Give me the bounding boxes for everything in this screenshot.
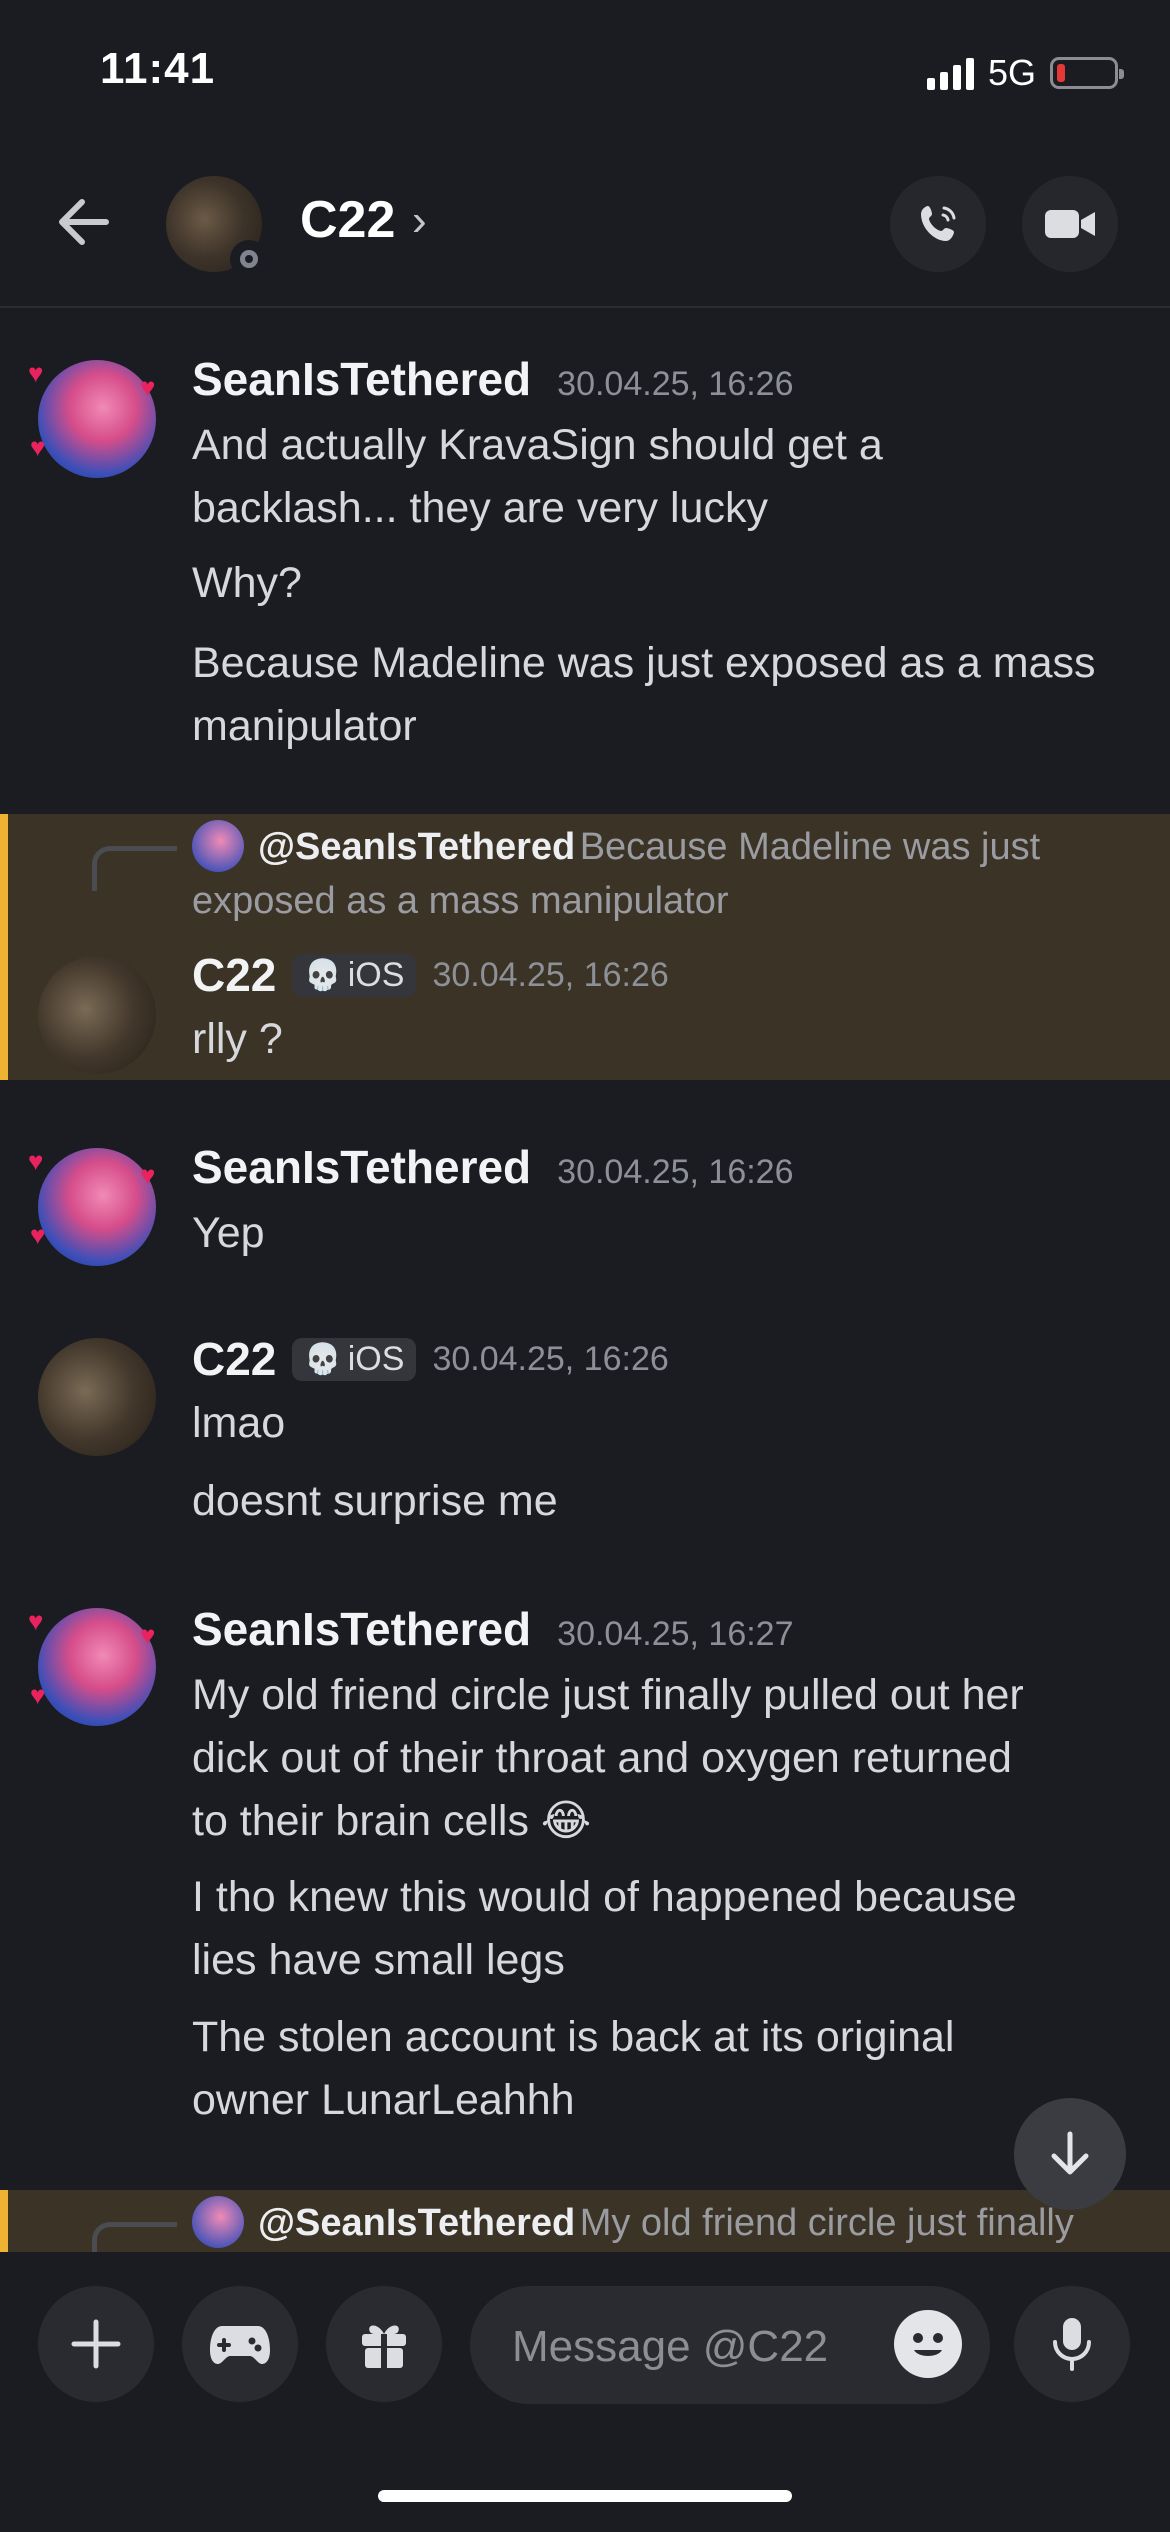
heart-decoration-icon: ♥ — [140, 372, 156, 402]
voice-call-button[interactable] — [890, 176, 986, 272]
author-avatar[interactable] — [38, 1338, 156, 1456]
battery-icon — [1050, 57, 1124, 89]
message-input-placeholder: Message @C22 — [512, 2322, 829, 2371]
author-name[interactable]: C22 — [192, 948, 276, 1002]
message-text: Because Madeline was just exposed as a m… — [192, 639, 1096, 687]
gift-icon — [362, 2325, 406, 2368]
timestamp: 30.04.25, 16:26 — [432, 1339, 669, 1378]
reply-text: My old friend circle just finally — [579, 2202, 1074, 2244]
add-attachment-button[interactable] — [38, 2286, 154, 2402]
message-text: dick out of their throat and oxygen retu… — [192, 1734, 1012, 1782]
message-header: SeanIsTethered 30.04.25, 16:27 — [192, 1602, 794, 1656]
heart-decoration-icon: ♥ — [28, 358, 44, 388]
message-text: Why? — [192, 559, 302, 607]
timestamp: 30.04.25, 16:26 — [557, 1153, 794, 1191]
author-name[interactable]: SeanIsTethered — [192, 1140, 531, 1194]
chevron-right-icon[interactable]: › — [412, 196, 427, 246]
microphone-icon — [1053, 2318, 1091, 2371]
reply-avatar — [192, 820, 244, 872]
arrow-down-icon — [1051, 2131, 1089, 2175]
author-avatar[interactable] — [38, 956, 156, 1074]
heart-decoration-icon: ♥ — [28, 1146, 44, 1176]
timestamp: 30.04.25, 16:27 — [557, 1615, 794, 1653]
reply-connector — [92, 846, 177, 891]
message-text: I tho knew this would of happened becaus… — [192, 1873, 1017, 1921]
message-text: lmao — [192, 1399, 286, 1447]
activities-button[interactable] — [182, 2286, 298, 2402]
skull-icon: 💀 — [304, 1342, 342, 1376]
reply-preview[interactable]: @SeanIsTethered Because Madeline was jus… — [258, 826, 1040, 869]
reply-text: exposed as a mass manipulator — [192, 880, 729, 922]
message-text: My old friend circle just finally pulled… — [192, 1671, 1024, 1719]
jump-to-bottom-button[interactable] — [1014, 2098, 1126, 2210]
back-arrow-icon[interactable] — [52, 190, 116, 254]
emoji-picker-button[interactable] — [894, 2310, 962, 2378]
reply-text: Because Madeline was just — [579, 826, 1041, 868]
message-text: manipulator — [192, 702, 417, 750]
signal-icon — [926, 56, 974, 90]
message-text: backlash... they are very lucky — [192, 484, 768, 532]
message-text: The stolen account is back at its origin… — [192, 2013, 955, 2061]
message-text: owner LunarLeahhh — [192, 2076, 575, 2124]
mention-highlight-bar — [0, 814, 8, 1080]
message-header: C22 💀 iOS 30.04.25, 16:26 — [192, 1332, 669, 1386]
author-avatar[interactable] — [38, 360, 156, 478]
voice-message-button[interactable] — [1014, 2286, 1130, 2402]
badge-label: iOS — [347, 955, 405, 994]
gamepad-icon — [210, 2326, 270, 2364]
reply-author: @SeanIsTethered — [258, 2202, 576, 2244]
phone-icon — [921, 206, 956, 241]
reply-author: @SeanIsTethered — [258, 826, 576, 868]
message-text: rlly ? — [192, 1015, 283, 1063]
message-text: And actually KravaSign should get a — [192, 421, 883, 469]
skull-icon: 💀 — [304, 958, 342, 992]
mention-highlight-bar — [0, 2190, 8, 2252]
message-header: C22 💀 iOS 30.04.25, 16:26 — [192, 948, 669, 1002]
heart-decoration-icon: ♥ — [140, 1620, 156, 1650]
author-name[interactable]: SeanIsTethered — [192, 352, 531, 406]
heart-decoration-icon: ♥ — [30, 432, 46, 462]
message-text: doesnt surprise me — [192, 1477, 558, 1525]
heart-decoration-icon: ♥ — [28, 1606, 44, 1636]
header-title[interactable]: C22 — [300, 190, 395, 250]
message-header: SeanIsTethered 30.04.25, 16:26 — [192, 1140, 794, 1194]
reply-avatar — [192, 2196, 244, 2248]
timestamp: 30.04.25, 16:26 — [557, 365, 794, 403]
home-indicator[interactable] — [378, 2490, 792, 2502]
message-text: lies have small legs — [192, 1936, 565, 1984]
plus-icon — [71, 2319, 121, 2369]
heart-decoration-icon: ♥ — [140, 1160, 156, 1190]
status-indicators: 5G — [926, 52, 1124, 94]
message-text: Yep — [192, 1209, 265, 1257]
ios-badge: 💀 iOS — [292, 953, 417, 997]
reply-preview[interactable]: @SeanIsTethered My old friend circle jus… — [258, 2202, 1138, 2245]
message-text: to their brain cells 😂 — [192, 1797, 592, 1845]
message-header: SeanIsTethered 30.04.25, 16:26 — [192, 352, 794, 406]
author-name[interactable]: SeanIsTethered — [192, 1602, 531, 1656]
heart-decoration-icon: ♥ — [30, 1220, 46, 1250]
heart-decoration-icon: ♥ — [30, 1680, 46, 1710]
author-avatar[interactable] — [38, 1608, 156, 1726]
smiley-icon — [913, 2333, 943, 2356]
status-time: 11:41 — [100, 44, 216, 93]
badge-label: iOS — [347, 1339, 405, 1378]
video-camera-icon — [1045, 210, 1095, 238]
network-label: 5G — [987, 52, 1036, 93]
offline-status-icon — [230, 240, 268, 278]
timestamp: 30.04.25, 16:26 — [432, 955, 669, 994]
video-call-button[interactable] — [1022, 176, 1118, 272]
author-avatar[interactable] — [38, 1148, 156, 1266]
gift-button[interactable] — [326, 2286, 442, 2402]
ios-badge: 💀 iOS — [292, 1337, 417, 1381]
author-name[interactable]: C22 — [192, 1332, 276, 1386]
